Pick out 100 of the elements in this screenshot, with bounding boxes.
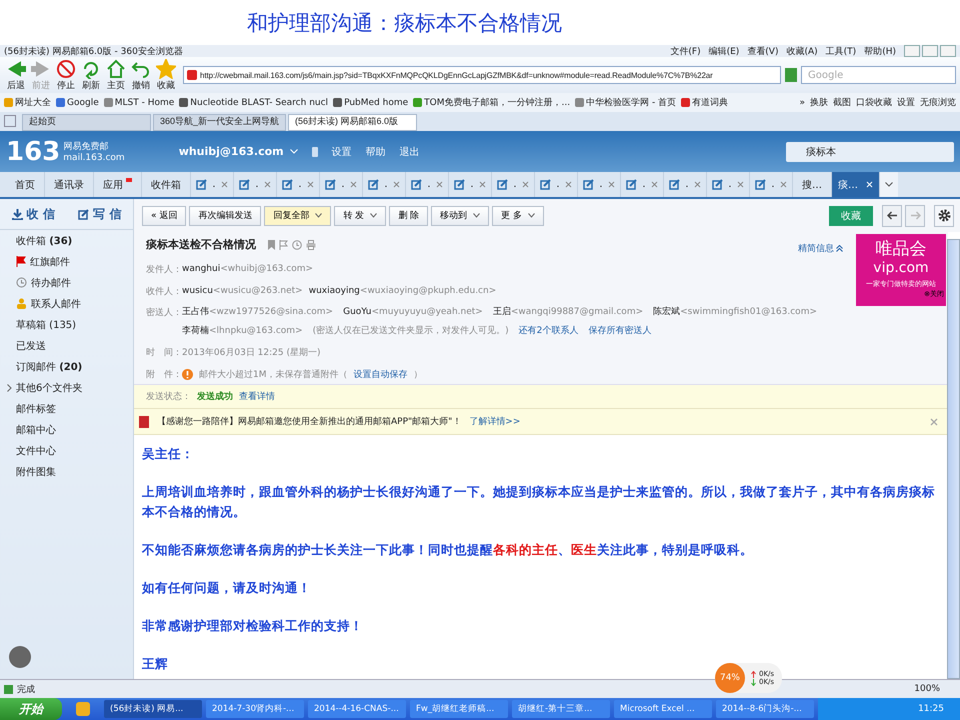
toolbar-link[interactable]: 设置 <box>897 96 915 109</box>
brief-info-link[interactable]: 精简信息 <box>798 242 843 255</box>
folder-item[interactable]: 收件箱 (36) <box>0 230 133 251</box>
bookmark-link[interactable]: Google <box>56 98 99 108</box>
taskbar-item[interactable]: Fw_胡继红老师稿... <box>410 700 508 718</box>
mail-tab[interactable]: . <box>621 172 664 197</box>
bookmark-link[interactable]: PubMed home <box>333 98 408 108</box>
mail-tab[interactable]: 应用 <box>94 172 142 197</box>
menu-item[interactable]: 帮助(H) <box>864 44 896 58</box>
toolbar-button[interactable]: 再次编辑发送 <box>189 206 262 226</box>
nav-button[interactable]: 后退 <box>4 58 28 92</box>
bookmark-link[interactable]: 网址大全 <box>4 96 51 109</box>
bcc-contact[interactable]: GuoYu<muyuyuyu@yeah.net> <box>343 303 483 322</box>
settings-icon[interactable] <box>934 204 954 226</box>
mail-search-field[interactable]: 痰标本 <box>786 142 954 162</box>
toolbar-button[interactable]: « 返回 <box>142 206 186 226</box>
caret-icon[interactable] <box>315 213 322 218</box>
mail-tab[interactable]: . <box>750 172 793 197</box>
toolbar-button[interactable]: 回复全部 <box>264 206 332 226</box>
taskbar-item[interactable]: (56封未读) 网易... <box>104 700 202 718</box>
mail-tab[interactable]: . <box>707 172 750 197</box>
learn-more-link[interactable]: 了解详情>> <box>469 415 520 428</box>
header-link[interactable]: 退出 <box>400 144 420 158</box>
taskbar-item[interactable]: 2014-7-30肾内科-... <box>206 700 304 718</box>
folder-item[interactable]: 红旗邮件 <box>0 251 133 272</box>
nav-button[interactable]: 刷新 <box>79 58 103 92</box>
bcc-contact[interactable]: 王启<wangqi99887@gmail.com> <box>492 303 644 322</box>
toolbar-button[interactable]: 更 多 <box>492 206 544 226</box>
mail-tab[interactable]: . <box>234 172 277 197</box>
caret-icon[interactable] <box>370 213 378 218</box>
mail-tab[interactable]: . <box>449 172 492 197</box>
browser-tab[interactable]: 360导航_新一代安全上网导航 <box>153 114 286 131</box>
taskbar-item[interactable]: 2014--4-16-CNAS-... <box>308 700 406 718</box>
details-link[interactable]: 查看详情 <box>239 390 275 403</box>
toolbar-button[interactable]: 删 除 <box>389 206 428 226</box>
more-contacts-link[interactable]: 还有2个联系人 <box>518 322 578 342</box>
folder-item[interactable]: 订阅邮件 (20) <box>0 356 133 377</box>
menu-item[interactable]: 编辑(E) <box>708 44 740 58</box>
taskbar-item[interactable]: Microsoft Excel ... <box>614 700 712 718</box>
folder-item[interactable]: 待办邮件 <box>0 272 133 293</box>
flag-icon[interactable] <box>279 240 288 250</box>
mail-tab[interactable]: . <box>320 172 363 197</box>
folder-item[interactable]: 其他6个文件夹 <box>0 377 133 398</box>
bookmark-link[interactable]: 中华检验医学网 - 首页 <box>575 96 676 109</box>
mail-tab[interactable]: . <box>277 172 320 197</box>
previous-icon[interactable] <box>882 204 902 226</box>
mail-tab[interactable]: . <box>492 172 535 197</box>
bookmark-link[interactable]: Nucleotide BLAST- Search nucl <box>179 98 328 108</box>
expand-icon[interactable] <box>7 384 12 392</box>
bookmark-link[interactable]: 有道词典 <box>681 96 728 109</box>
zoom-level[interactable]: 100% <box>914 684 940 694</box>
bookmark-link[interactable]: MLST - Home <box>104 98 174 108</box>
menu-item[interactable]: 文件(F) <box>670 44 701 58</box>
bcc-contact[interactable]: 王占伟<wzw1977526@sina.com> <box>182 303 334 322</box>
folder-item[interactable]: 联系人邮件 <box>0 293 133 314</box>
taskbar-item[interactable]: 2014--8-6门头沟-... <box>716 700 814 718</box>
mail-tab[interactable]: . <box>363 172 406 197</box>
toolbar-link[interactable]: 无痕浏览 <box>920 96 956 109</box>
toolbar-link[interactable]: 口袋收藏 <box>856 96 892 109</box>
tabs-dropdown[interactable] <box>880 172 898 197</box>
mail-tab[interactable]: . <box>664 172 707 197</box>
header-link[interactable]: 帮助 <box>366 144 386 158</box>
folder-item[interactable]: 草稿箱 (135) <box>0 314 133 335</box>
mail-tab[interactable]: 收件箱 <box>142 172 191 197</box>
bookmark-icon[interactable] <box>268 240 275 250</box>
folder-item[interactable]: 邮箱中心 <box>0 419 133 440</box>
folder-item[interactable]: 邮件标签 <box>0 398 133 419</box>
folder-item[interactable]: 附件图集 <box>0 461 133 482</box>
toolbar-button[interactable]: 移动到 <box>431 206 490 226</box>
clock-icon[interactable] <box>292 240 302 250</box>
toolbar-link[interactable]: 换肤 <box>810 96 828 109</box>
mail-tab[interactable]: 痰… <box>832 172 880 197</box>
mail-tab[interactable]: 首页 <box>6 172 45 197</box>
nav-button[interactable]: 主页 <box>104 58 128 92</box>
browser-tab[interactable]: (56封未读) 网易邮箱6.0版 <box>288 114 418 131</box>
nav-button[interactable]: 收藏 <box>154 58 178 92</box>
caret-icon[interactable] <box>473 213 480 218</box>
nav-button[interactable]: 停止 <box>54 58 78 92</box>
toolbar-button[interactable]: 转 发 <box>334 206 386 226</box>
mail-tab[interactable]: . <box>578 172 621 197</box>
menu-item[interactable]: 查看(V) <box>747 44 778 58</box>
mail-tab[interactable]: . <box>191 172 234 197</box>
mail-tab[interactable]: 通讯录 <box>45 172 94 197</box>
bcc-contact[interactable]: 陈宏斌<swimmingfish01@163.com> <box>653 303 817 322</box>
folder-item[interactable]: 已发送 <box>0 335 133 356</box>
scrollbar[interactable] <box>947 239 960 679</box>
account-name[interactable]: whuibj@163.com <box>178 145 284 158</box>
browser-tab[interactable]: 起始页 <box>22 114 151 131</box>
nav-button[interactable]: 撤销 <box>129 58 153 92</box>
bookmark-link[interactable]: TOM免费电子邮箱，一分钟注册，... <box>413 96 570 109</box>
write-button[interactable]: 写 信 <box>78 206 122 222</box>
menu-item[interactable]: 收藏(A) <box>786 44 818 58</box>
auto-save-link[interactable]: 设置自动保存 <box>354 368 408 380</box>
taskbar-item[interactable]: 胡继红-第十三章... <box>512 700 610 718</box>
header-link[interactable]: 设置 <box>332 144 352 158</box>
save-bcc-link[interactable]: 保存所有密送人 <box>588 322 652 342</box>
folder-item[interactable]: 文件中心 <box>0 440 133 461</box>
caret-icon[interactable] <box>528 213 535 218</box>
print-icon[interactable] <box>306 240 316 250</box>
recipient-contact[interactable]: wusicu<wusicu@263.net> <box>182 286 303 296</box>
